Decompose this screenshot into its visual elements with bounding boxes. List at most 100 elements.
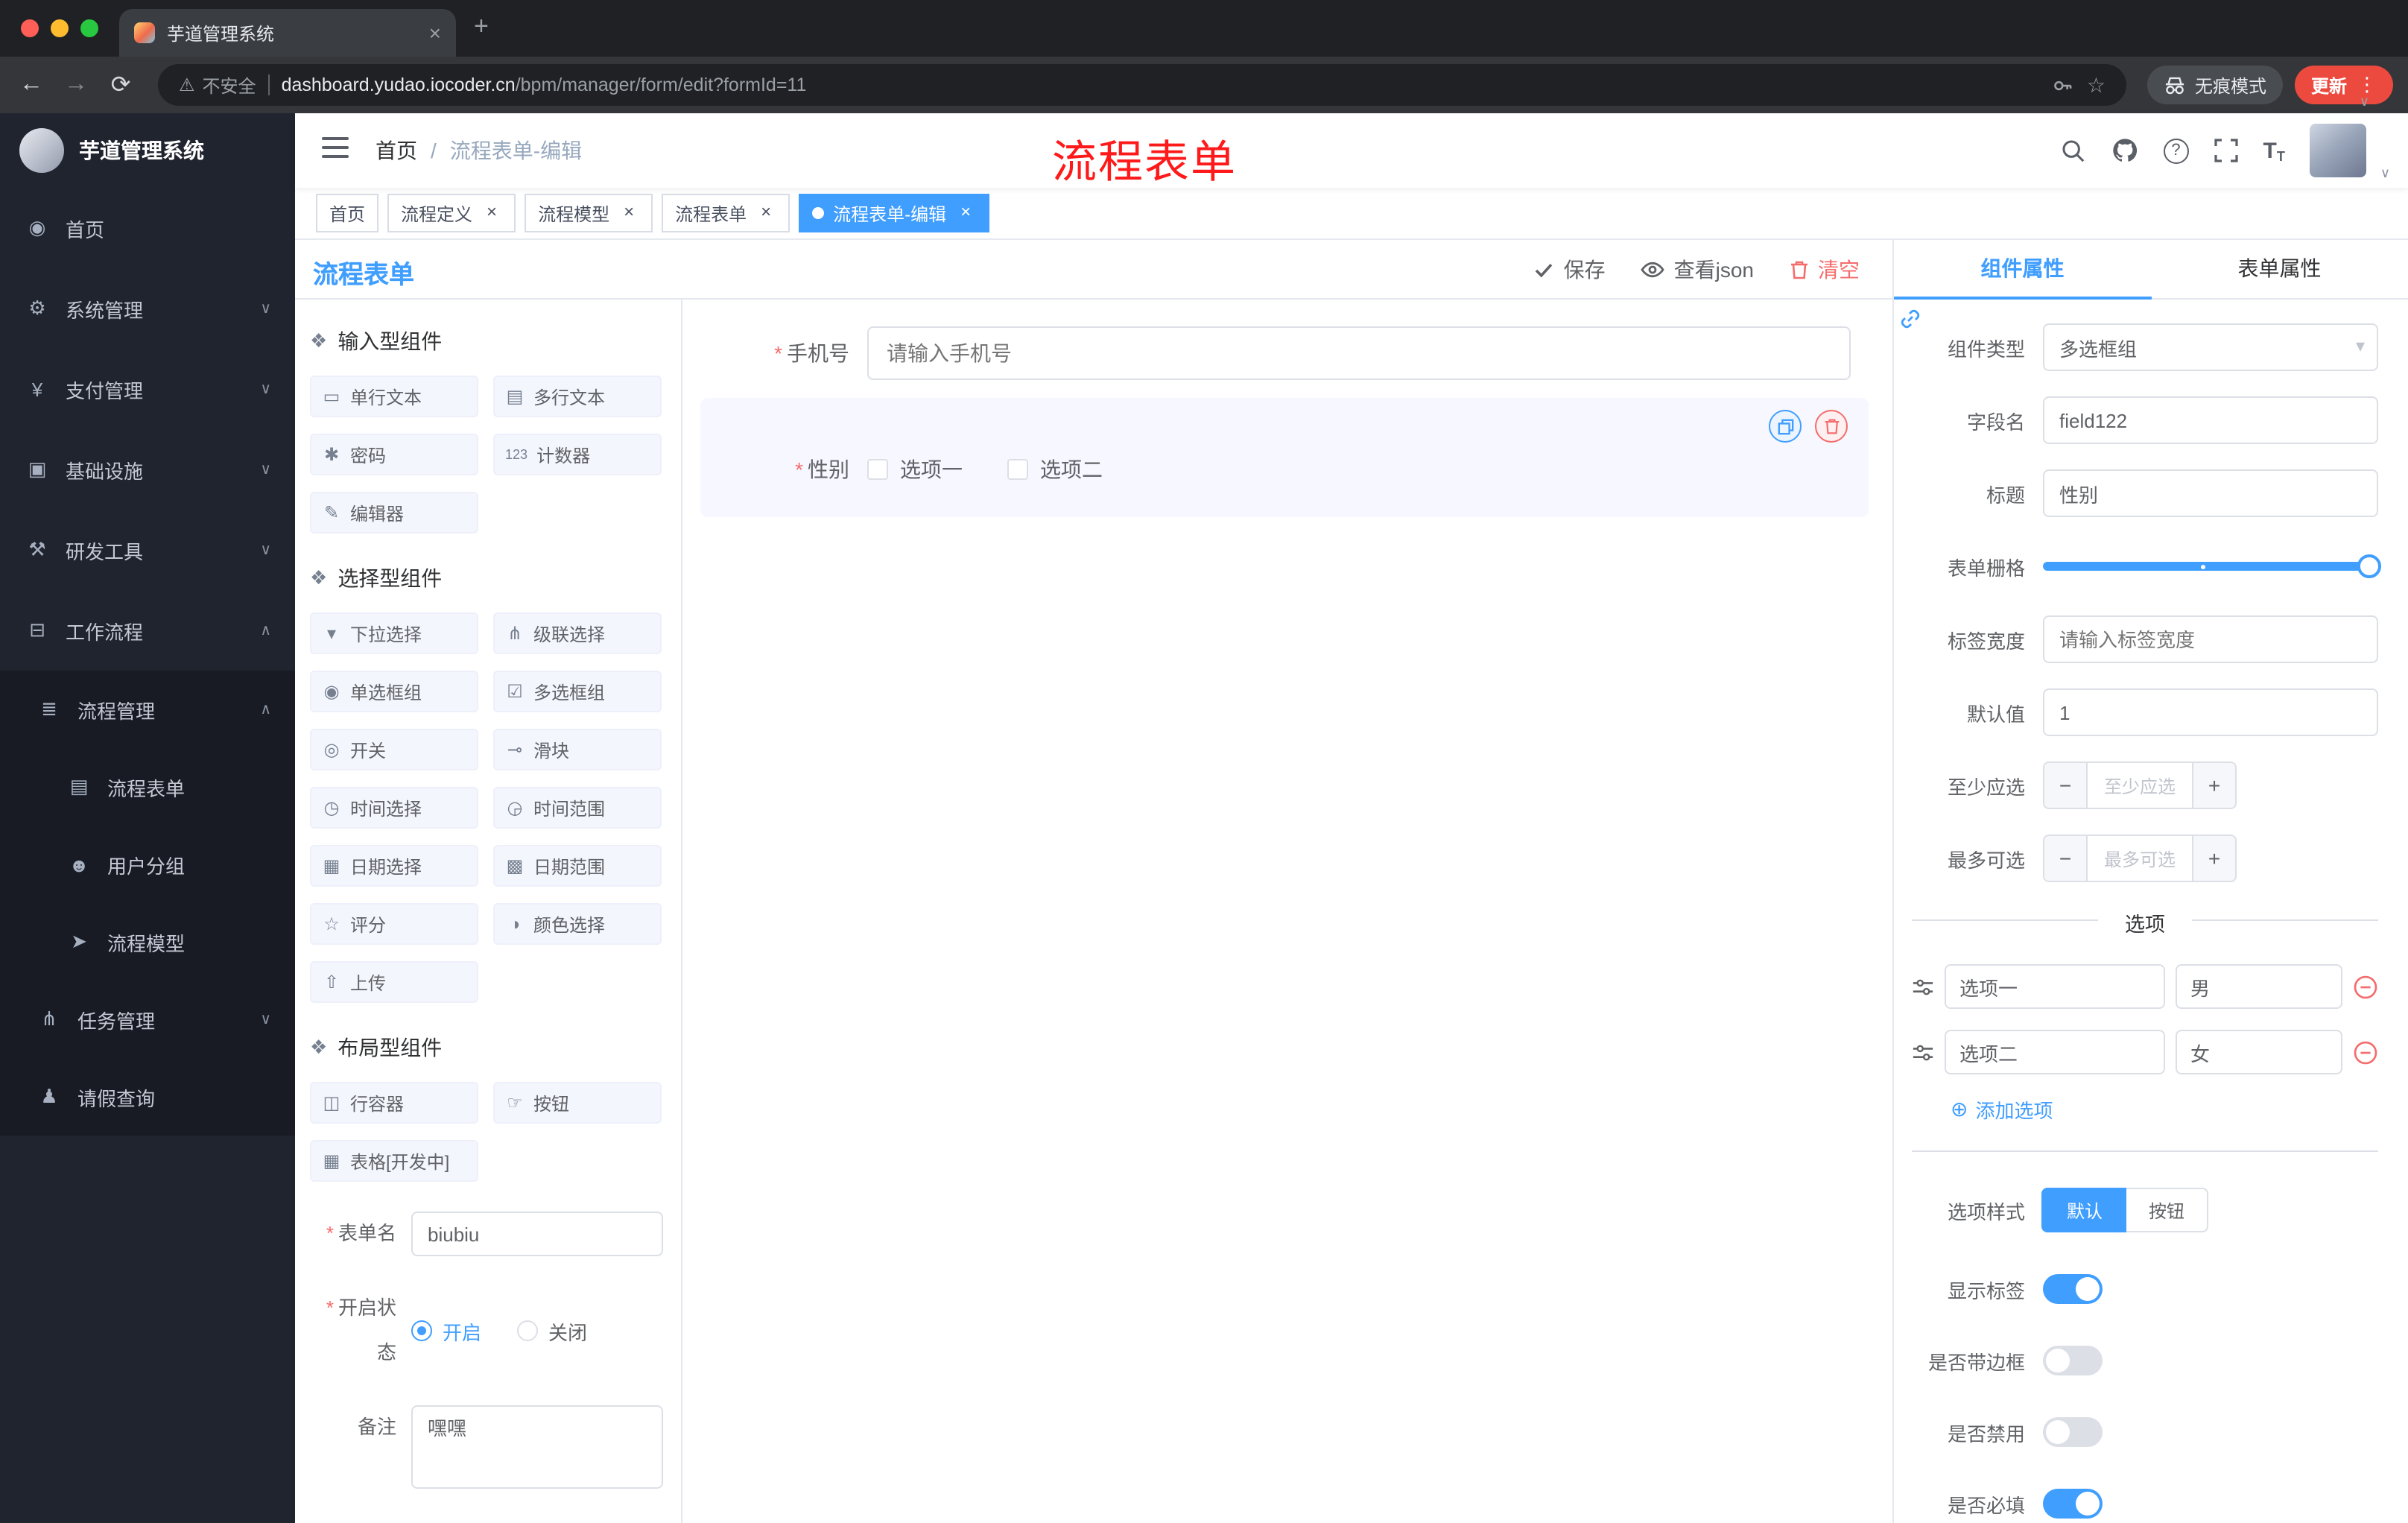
palette-item-button[interactable]: ☞ 按钮 — [493, 1082, 662, 1124]
palette-item-time-range[interactable]: ◶ 时间范围 — [493, 787, 662, 829]
sidebar-item-task-management[interactable]: ⋔ 任务管理 ∨ — [0, 981, 295, 1058]
sidebar-item-home[interactable]: ◉ 首页 — [0, 188, 295, 268]
drag-handle-icon[interactable] — [1912, 1041, 1934, 1063]
palette-item-editor[interactable]: ✎ 编辑器 — [310, 492, 478, 533]
tab-form-props[interactable]: 表单属性 — [2151, 240, 2408, 298]
hamburger-icon[interactable] — [322, 137, 349, 161]
close-icon[interactable]: × — [618, 202, 639, 224]
sidebar-item-user-group[interactable]: ☻ 用户分组 — [0, 826, 295, 903]
palette-item-textarea[interactable]: ▤ 多行文本 — [493, 376, 662, 417]
address-bar[interactable]: ⚠ 不安全 dashboard.yudao.iocoder.cn/bpm/man… — [158, 64, 2126, 106]
copy-button[interactable] — [1769, 410, 1802, 443]
back-icon[interactable]: ← — [15, 72, 48, 98]
avatar[interactable] — [2310, 124, 2367, 177]
palette-item-counter[interactable]: 123 计数器 — [493, 434, 662, 475]
forward-icon[interactable]: → — [60, 72, 92, 98]
phone-input[interactable] — [867, 326, 1851, 380]
github-icon[interactable] — [2111, 137, 2138, 164]
show-label-toggle[interactable] — [2043, 1274, 2103, 1304]
palette-item-text-field[interactable]: ▭ 单行文本 — [310, 376, 478, 417]
palette-item-date-range[interactable]: ▩ 日期范围 — [493, 845, 662, 887]
palette-item-table[interactable]: ▦ 表格[开发中] — [310, 1140, 478, 1182]
gender-option-2[interactable]: 选项二 — [1007, 455, 1103, 484]
sidebar-item-process-management[interactable]: ≣ 流程管理 ∧ — [0, 671, 295, 748]
add-option-button[interactable]: ⊕ 添加选项 — [1951, 1095, 2378, 1124]
status-radio-off[interactable]: 关闭 — [517, 1308, 587, 1353]
close-icon[interactable]: × — [955, 202, 976, 224]
sidebar-item-payment[interactable]: ¥ 支付管理 ∨ — [0, 349, 295, 429]
tag-process-form[interactable]: 流程表单 × — [662, 194, 790, 232]
palette-item-checkbox-group[interactable]: ☑ 多选框组 — [493, 671, 662, 712]
close-icon[interactable]: × — [755, 202, 776, 224]
remove-option-button[interactable] — [2353, 974, 2378, 999]
title-input[interactable] — [2043, 469, 2378, 517]
palette-item-time-picker[interactable]: ◷ 时间选择 — [310, 787, 478, 829]
style-default-button[interactable]: 默认 — [2043, 1188, 2127, 1232]
help-icon[interactable]: ? — [2163, 138, 2189, 163]
option-label-input[interactable] — [1945, 964, 2165, 1009]
drag-handle-icon[interactable] — [1912, 975, 1934, 998]
palette-item-cascader[interactable]: ⋔ 级联选择 — [493, 612, 662, 654]
minimize-window-button[interactable] — [51, 19, 69, 37]
minus-button[interactable]: − — [2044, 763, 2088, 808]
zoom-window-button[interactable] — [80, 19, 98, 37]
stepper-placeholder[interactable]: 至少应选 — [2088, 763, 2192, 808]
remove-option-button[interactable] — [2353, 1039, 2378, 1065]
key-icon[interactable] — [2053, 74, 2075, 96]
option-value-input[interactable] — [2176, 964, 2342, 1009]
update-button[interactable]: 更新 ⋮ — [2294, 66, 2393, 104]
palette-item-row-container[interactable]: ◫ 行容器 — [310, 1082, 478, 1124]
disabled-toggle[interactable] — [2043, 1417, 2103, 1447]
palette-item-color-picker[interactable]: ◑ 颜色选择 — [493, 903, 662, 945]
component-type-value[interactable] — [2043, 323, 2378, 371]
chevron-down-icon[interactable]: ∨ — [2360, 94, 2369, 110]
label-width-input[interactable] — [2043, 615, 2378, 663]
breadcrumb-home[interactable]: 首页 — [376, 136, 417, 165]
border-toggle[interactable] — [2043, 1346, 2103, 1375]
font-size-icon[interactable]: TT — [2263, 138, 2284, 163]
save-button[interactable]: 保存 — [1534, 255, 1606, 285]
tag-process-model[interactable]: 流程模型 × — [525, 194, 653, 232]
close-icon[interactable]: × — [429, 22, 441, 43]
chevron-down-icon[interactable]: ∨ — [2380, 165, 2390, 182]
tag-home[interactable]: 首页 — [316, 194, 379, 232]
selected-component-gender[interactable]: 性别 选项一 选项二 — [700, 398, 1869, 517]
security-warning[interactable]: ⚠ 不安全 — [179, 72, 256, 98]
grid-slider[interactable] — [2043, 542, 2381, 590]
delete-button[interactable] — [1815, 410, 1848, 443]
palette-item-upload[interactable]: ⇧ 上传 — [310, 961, 478, 1003]
view-json-button[interactable]: 查看json — [1641, 255, 1754, 285]
phone-field[interactable]: 手机号 — [700, 326, 1851, 380]
sidebar-item-workflow[interactable]: ⊟ 工作流程 ∧ — [0, 590, 295, 671]
clear-button[interactable]: 清空 — [1790, 255, 1860, 285]
reload-icon[interactable]: ⟳ — [104, 70, 137, 100]
form-name-input[interactable] — [411, 1212, 663, 1256]
close-icon[interactable]: × — [481, 202, 502, 224]
form-remark-textarea[interactable]: 嘿嘿 — [411, 1405, 663, 1489]
minus-button[interactable]: − — [2044, 836, 2088, 881]
tag-process-definition[interactable]: 流程定义 × — [387, 194, 516, 232]
style-button-button[interactable]: 按钮 — [2126, 1188, 2209, 1232]
sidebar-item-leave-query[interactable]: ♟ 请假查询 — [0, 1058, 295, 1136]
field-name-input[interactable] — [2043, 396, 2378, 444]
palette-item-radio-group[interactable]: ◉ 单选框组 — [310, 671, 478, 712]
palette-item-date-picker[interactable]: ▦ 日期选择 — [310, 845, 478, 887]
palette-item-slider[interactable]: ⊸ 滑块 — [493, 729, 662, 770]
palette-item-password[interactable]: ✱ 密码 — [310, 434, 478, 475]
option-label-input[interactable] — [1945, 1030, 2165, 1074]
sidebar-item-process-model[interactable]: ➤ 流程模型 — [0, 903, 295, 981]
browser-tab[interactable]: 芋道管理系统 × — [119, 9, 456, 57]
status-radio-on[interactable]: 开启 — [411, 1308, 481, 1353]
default-value-input[interactable] — [2043, 688, 2378, 736]
app-logo[interactable]: 芋道管理系统 — [0, 113, 295, 188]
option-value-input[interactable] — [2176, 1030, 2342, 1074]
palette-item-switch[interactable]: ◎ 开关 — [310, 729, 478, 770]
search-icon[interactable] — [2060, 138, 2085, 163]
sidebar-item-devtools[interactable]: ⚒ 研发工具 ∨ — [0, 510, 295, 590]
slider-handle[interactable] — [2357, 554, 2381, 578]
gender-option-1[interactable]: 选项一 — [867, 455, 963, 484]
tab-component-props[interactable]: 组件属性 — [1894, 240, 2151, 300]
plus-button[interactable]: + — [2192, 763, 2235, 808]
palette-item-select[interactable]: ▾ 下拉选择 — [310, 612, 478, 654]
sidebar-item-infrastructure[interactable]: ▣ 基础设施 ∨ — [0, 429, 295, 510]
